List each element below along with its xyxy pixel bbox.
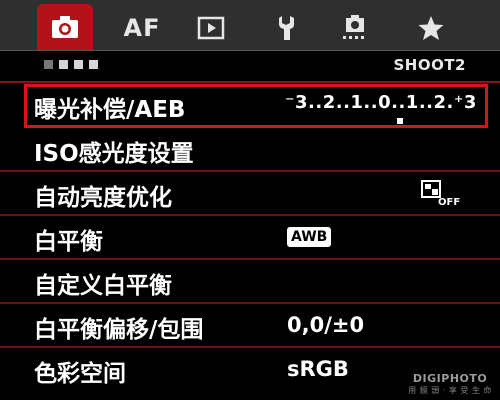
menu-item-custom-white-balance[interactable]: 自定义白平衡 <box>0 260 500 304</box>
page-indicator <box>44 60 98 69</box>
svg-text:OFF: OFF <box>438 197 460 208</box>
menu-item-value: 0,0/±0 <box>287 313 365 337</box>
menu-item-label: 白平衡偏移/包围 <box>34 317 204 343</box>
page-label: SHOOT2 <box>393 56 466 74</box>
camera-icon <box>52 16 78 38</box>
tab-af-label: AF <box>123 14 161 42</box>
star-icon <box>418 16 444 40</box>
tab-my-menu[interactable] <box>403 6 459 50</box>
menu-item-iso-settings[interactable]: ISO感光度设置 <box>0 128 500 172</box>
menu-item-label: 曝光补偿/AEB <box>34 97 186 123</box>
watermark: DIGIPHOTO 用 鏡 頭 · 享 受 生 命 <box>408 372 492 396</box>
play-icon <box>197 16 225 40</box>
menu-item-label: 色彩空间 <box>34 361 126 387</box>
exposure-scale-marker <box>397 118 403 124</box>
menu-page-header: SHOOT2 <box>0 51 500 83</box>
page-dot-1 <box>44 60 53 69</box>
tab-playback[interactable] <box>183 6 239 50</box>
page-dot-2 <box>59 60 68 69</box>
tab-setup[interactable] <box>260 6 316 50</box>
menu-list: 曝光补偿/AEB ⁻3..2..1..0..1..2.⁺3 ISO感光度设置 自… <box>0 84 500 392</box>
tab-shoot[interactable] <box>37 4 93 50</box>
page-dot-3 <box>74 60 83 69</box>
tab-custom-functions[interactable] <box>327 6 383 50</box>
menu-item-exposure-compensation[interactable]: 曝光补偿/AEB ⁻3..2..1..0..1..2.⁺3 <box>24 84 488 128</box>
page-dot-4 <box>89 60 98 69</box>
menu-item-auto-lighting-optimizer[interactable]: 自动亮度优化 OFF <box>0 172 500 216</box>
menu-item-value: sRGB <box>287 357 349 381</box>
watermark-title: DIGIPHOTO <box>412 372 488 385</box>
custom-functions-icon <box>343 15 364 39</box>
menu-item-label: 自动亮度优化 <box>34 185 172 211</box>
menu-item-label: ISO感光度设置 <box>34 141 194 167</box>
wrench-icon <box>279 16 294 40</box>
menu-item-wb-shift-bracketing[interactable]: 白平衡偏移/包围 0,0/±0 <box>0 304 500 348</box>
tab-af[interactable]: AF <box>114 6 170 50</box>
menu-item-label: 自定义白平衡 <box>34 273 172 299</box>
exposure-scale-value: ⁻3..2..1..0..1..2.⁺3 <box>285 92 477 113</box>
awb-icon: AWB <box>287 227 332 247</box>
auto-lighting-optimizer-off-icon: OFF <box>421 180 460 208</box>
menu-item-white-balance[interactable]: 白平衡 AWB <box>0 216 500 260</box>
watermark-slogan: 用 鏡 頭 · 享 受 生 命 <box>408 386 492 395</box>
menu-tab-bar: AF <box>0 0 500 51</box>
menu-item-label: 白平衡 <box>34 229 103 255</box>
